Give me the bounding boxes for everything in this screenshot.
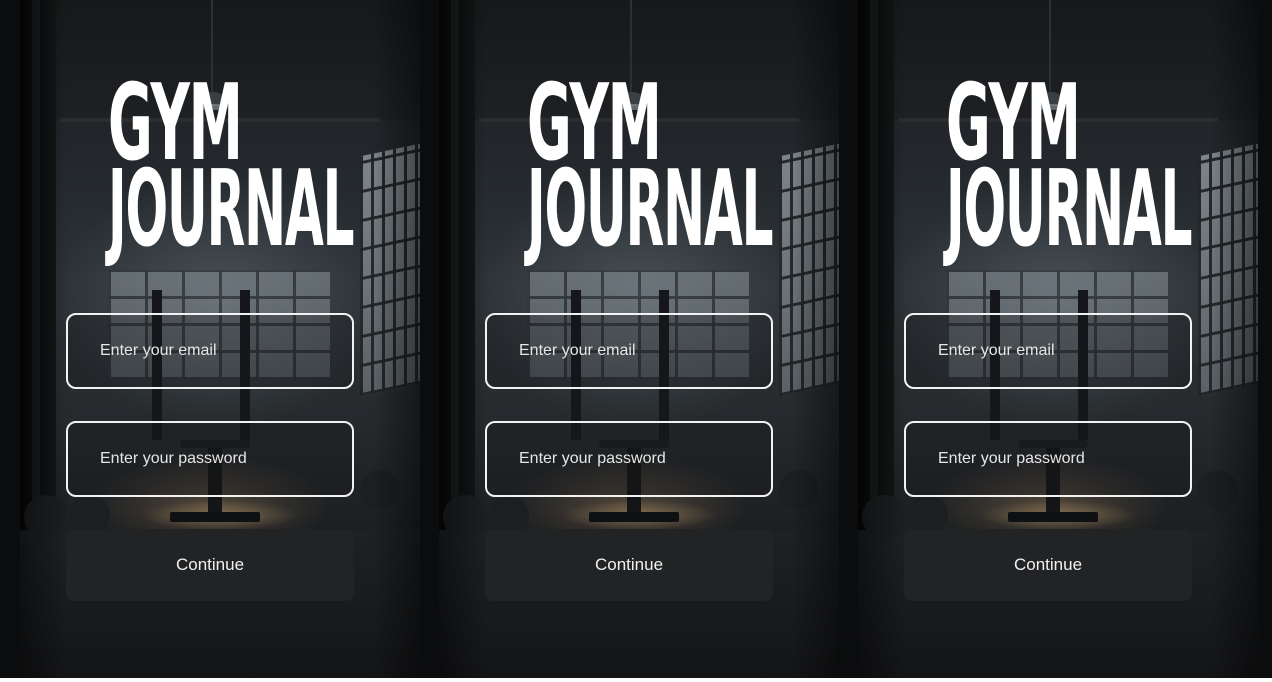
app-logo: GYM JOURNAL bbox=[108, 69, 420, 261]
logo-line-2: JOURNAL bbox=[108, 146, 355, 270]
app-canvas: GYM JOURNAL Enter your email Enter your … bbox=[0, 0, 1272, 678]
login-screen-1: GYM JOURNAL Enter your email Enter your … bbox=[20, 0, 420, 678]
continue-button[interactable]: Continue bbox=[904, 529, 1192, 601]
password-field[interactable]: Enter your password bbox=[904, 421, 1192, 497]
login-screen-3: GYM JOURNAL Enter your email Enter your … bbox=[858, 0, 1258, 678]
background-medicine-ball bbox=[862, 495, 906, 539]
logo-line-2: JOURNAL bbox=[527, 146, 774, 270]
background-bench-base bbox=[589, 512, 679, 522]
background-medicine-ball bbox=[24, 495, 68, 539]
background-bench-base bbox=[170, 512, 260, 522]
email-field[interactable]: Enter your email bbox=[66, 313, 354, 389]
login-screen-2: GYM JOURNAL Enter your email Enter your … bbox=[439, 0, 839, 678]
password-field[interactable]: Enter your password bbox=[485, 421, 773, 497]
background-bench-base bbox=[1008, 512, 1098, 522]
background-medicine-ball bbox=[443, 495, 487, 539]
logo-line-2: JOURNAL bbox=[946, 146, 1193, 270]
background-dumbbells bbox=[1198, 470, 1238, 510]
email-placeholder: Enter your email bbox=[938, 342, 1055, 359]
background-dumbbells bbox=[360, 470, 400, 510]
password-placeholder: Enter your password bbox=[519, 450, 666, 467]
password-placeholder: Enter your password bbox=[938, 450, 1085, 467]
password-field[interactable]: Enter your password bbox=[66, 421, 354, 497]
background-dumbbells bbox=[779, 470, 819, 510]
password-placeholder: Enter your password bbox=[100, 450, 247, 467]
continue-button[interactable]: Continue bbox=[485, 529, 773, 601]
email-placeholder: Enter your email bbox=[519, 342, 636, 359]
app-logo: GYM JOURNAL bbox=[946, 69, 1258, 261]
continue-button[interactable]: Continue bbox=[66, 529, 354, 601]
email-field[interactable]: Enter your email bbox=[904, 313, 1192, 389]
email-field[interactable]: Enter your email bbox=[485, 313, 773, 389]
email-placeholder: Enter your email bbox=[100, 342, 217, 359]
app-logo: GYM JOURNAL bbox=[527, 69, 839, 261]
